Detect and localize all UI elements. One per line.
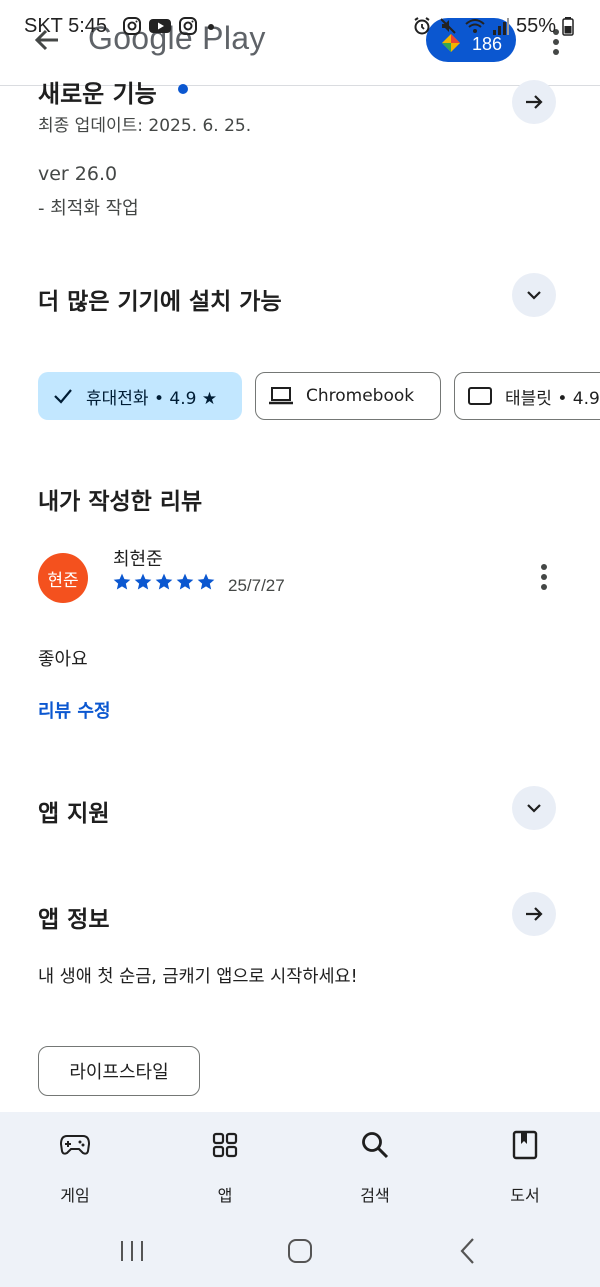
star-icon [197, 573, 215, 590]
star-icon [134, 573, 152, 590]
battery-percent: 55% [516, 14, 557, 37]
new-indicator-dot [178, 84, 188, 94]
device-chip-label: 휴대전화 • 4.9 ★ [86, 388, 218, 409]
app-description: 내 생애 첫 순금, 금캐기 앱으로 시작하세요! [38, 967, 358, 987]
notification-icons [122, 14, 218, 38]
my-review-title: 내가 작성한 리뷰 [38, 489, 203, 515]
wifi-icon [465, 19, 485, 33]
whats-new-title: 새로운 기능 [38, 80, 157, 108]
star-icon [155, 573, 173, 590]
devices-expand-button[interactable] [512, 273, 556, 317]
tablet-icon [468, 387, 492, 405]
system-navigation-bar [0, 1210, 600, 1287]
device-chip-phone[interactable]: 휴대전화 • 4.9 ★ [38, 372, 242, 420]
device-chip-label: Chromebook [306, 386, 415, 406]
reviewer-name: 최현준 [113, 549, 163, 570]
version-text: ver 26.0 [38, 163, 118, 185]
signal-icon [493, 18, 509, 35]
avatar: 현준 [38, 553, 88, 603]
laptop-icon [269, 387, 293, 405]
app-support-title: 앱 지원 [38, 801, 110, 827]
book-icon [512, 1130, 538, 1160]
review-body: 좋아요 [38, 649, 88, 670]
whats-new-arrow-button[interactable] [512, 80, 556, 124]
youtube-icon [149, 19, 171, 33]
app-support-expand-button[interactable] [512, 786, 556, 830]
category-label: 라이프스타일 [69, 1062, 169, 1083]
nav-label: 게임 [60, 1186, 90, 1205]
chevron-down-icon [527, 291, 541, 300]
devices-section-title: 더 많은 기기에 설치 가능 [38, 289, 282, 315]
search-icon [362, 1132, 389, 1159]
arrow-forward-icon [526, 95, 543, 109]
star-rating [112, 572, 216, 592]
nav-label: 도서 [510, 1186, 540, 1205]
alarm-icon [414, 17, 430, 35]
arrow-forward-icon [526, 907, 543, 921]
nav-item-search[interactable]: 검색 [300, 1112, 450, 1210]
check-icon [54, 389, 72, 404]
gamepad-icon [59, 1135, 91, 1155]
nav-item-games[interactable]: 게임 [0, 1112, 150, 1210]
review-more-options-icon[interactable] [538, 562, 550, 592]
battery-icon [562, 17, 574, 36]
app-info-arrow-button[interactable] [512, 892, 556, 936]
instagram-icon [179, 17, 197, 35]
apps-grid-icon [212, 1132, 238, 1158]
device-chip-tablet[interactable]: 태블릿 • 4.9 [454, 372, 600, 420]
nav-label: 앱 [217, 1186, 233, 1205]
more-notifications-dot-icon [208, 24, 214, 30]
status-time: SKT 5:45 [24, 15, 108, 37]
category-chip[interactable]: 라이프스타일 [38, 1046, 200, 1096]
last-updated-text: 최종 업데이트: 2025. 6. 25. [38, 116, 252, 136]
bottom-navigation: 게임 앱 검색 도서 [0, 1112, 600, 1210]
device-chip-label: 태블릿 • 4.9 [505, 388, 600, 409]
star-icon [176, 573, 194, 590]
edit-review-link[interactable]: 리뷰 수정 [38, 697, 111, 723]
star-icon [113, 573, 131, 590]
instagram-icon [123, 17, 141, 35]
home-icon[interactable] [286, 1238, 314, 1264]
system-status-icons: 55% [412, 14, 574, 38]
nav-item-books[interactable]: 도서 [450, 1112, 600, 1210]
nav-item-apps[interactable]: 앱 [150, 1112, 300, 1210]
avatar-text: 현준 [47, 570, 79, 591]
nav-label: 검색 [360, 1186, 390, 1205]
recent-apps-icon[interactable] [118, 1238, 146, 1264]
app-info-title: 앱 정보 [38, 907, 110, 933]
chevron-down-icon [527, 804, 541, 813]
release-notes-text: - 최적화 작업 [38, 198, 139, 219]
status-bar: SKT 5:45 55% [0, 0, 600, 52]
device-chip-chromebook[interactable]: Chromebook [255, 372, 441, 420]
system-back-icon[interactable] [456, 1236, 480, 1266]
mute-icon [440, 18, 456, 34]
review-date: 25/7/27 [228, 576, 285, 595]
